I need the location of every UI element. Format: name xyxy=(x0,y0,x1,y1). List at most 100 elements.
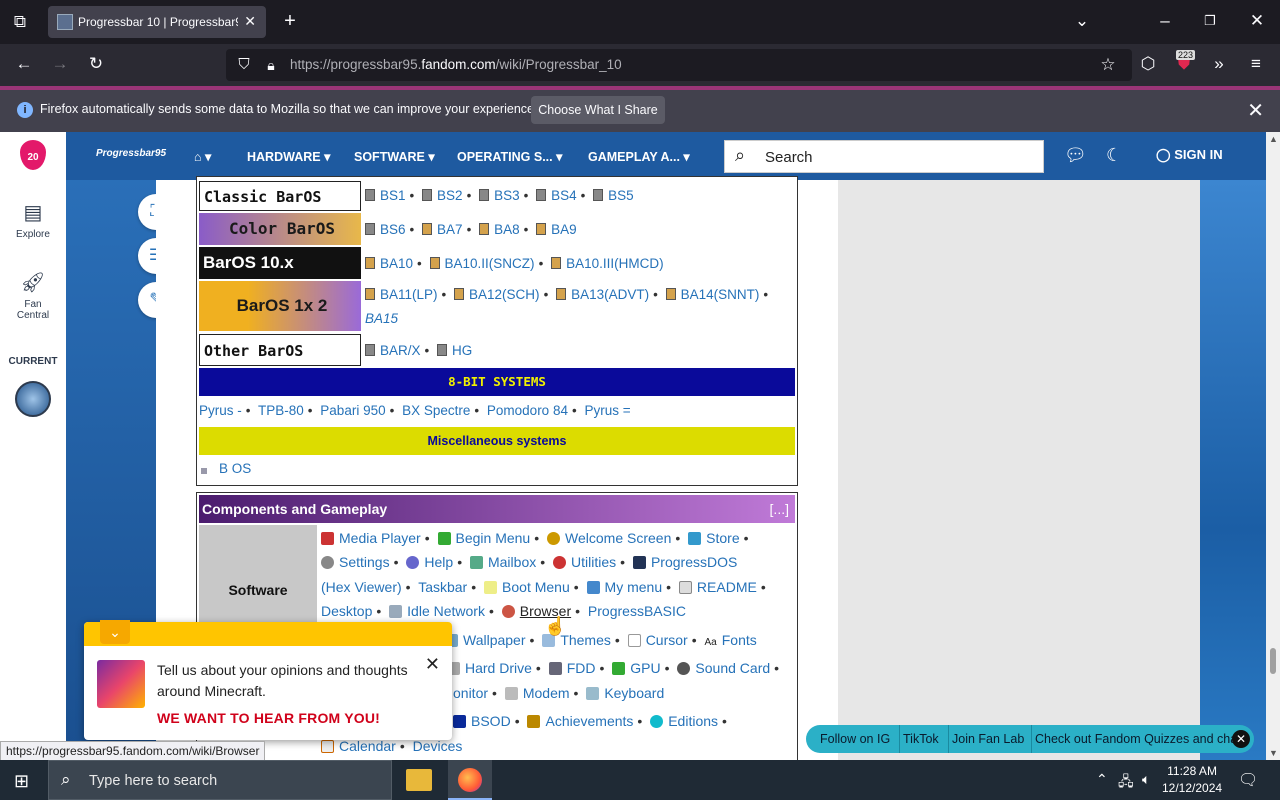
windows-start-icon[interactable]: ⊞ xyxy=(14,771,29,792)
link-boot-menu[interactable]: Boot Menu xyxy=(502,579,570,595)
link-begin-menu[interactable]: Begin Menu xyxy=(456,530,531,546)
address-bar[interactable]: ⛉ 🔒︎ https://progressbar95.fandom.com/wi… xyxy=(226,49,1132,81)
link-bs4[interactable]: BS4 xyxy=(551,188,577,203)
reload-icon[interactable]: ↻ xyxy=(86,55,106,73)
link-devices[interactable]: Devices xyxy=(413,738,463,754)
baros10-logo[interactable]: BarOS 10.x xyxy=(199,247,361,279)
link-keyboard[interactable]: Keyboard xyxy=(604,685,664,701)
link-readme[interactable]: README xyxy=(697,579,757,595)
extensions-icon[interactable]: ⬡ xyxy=(1138,55,1158,73)
volume-icon[interactable]: 🔈︎ xyxy=(1142,771,1150,788)
link-tpb-80[interactable]: TPB-80 xyxy=(258,403,304,418)
link-help[interactable]: Help xyxy=(424,554,453,570)
link-store[interactable]: Store xyxy=(706,530,739,546)
link-progressdos[interactable]: ProgressDOS xyxy=(651,554,737,570)
show-hidden-icons-icon[interactable]: ⌃ xyxy=(1096,771,1108,788)
nav-gameplay[interactable]: GAMEPLAY A... ▾ xyxy=(588,149,690,164)
window-close-icon[interactable]: ✕ xyxy=(1247,12,1267,30)
link-hg[interactable]: HG xyxy=(452,343,472,358)
scroll-up-icon[interactable]: ▲ xyxy=(1269,134,1278,144)
link-pyrus-equals[interactable]: Pyrus = xyxy=(584,403,630,418)
forward-icon[interactable]: → xyxy=(50,55,70,73)
link-fonts[interactable]: Fonts xyxy=(722,632,757,648)
link-media-player[interactable]: Media Player xyxy=(339,530,421,546)
nav-wiki-menu[interactable]: ⌂ ▾ xyxy=(194,149,211,164)
fandom-logo-icon[interactable]: 20 xyxy=(20,140,46,170)
close-notification-icon[interactable]: ✕ xyxy=(1247,98,1264,123)
link-bs6[interactable]: BS6 xyxy=(380,222,406,237)
link-fdd[interactable]: FDD xyxy=(567,660,596,676)
taskbar-clock[interactable]: 11:28 AM 12/12/2024 xyxy=(1162,763,1222,797)
link-themes[interactable]: Themes xyxy=(560,632,611,648)
link-sound-card[interactable]: Sound Card xyxy=(695,660,770,676)
wiki-search-input[interactable]: ⌕ Search xyxy=(724,140,1044,173)
link-calendar[interactable]: Calendar xyxy=(339,738,396,754)
link-ba13[interactable]: BA13(ADVT) xyxy=(571,287,649,302)
scroll-down-icon[interactable]: ▼ xyxy=(1269,748,1278,758)
nav-software[interactable]: SOFTWARE ▾ xyxy=(354,149,435,164)
link-my-menu[interactable]: My menu xyxy=(605,579,663,595)
new-tab-icon[interactable]: + xyxy=(280,11,300,31)
link-taskbar[interactable]: Taskbar xyxy=(418,579,467,595)
shield-icon[interactable]: ⛉ xyxy=(234,56,254,74)
link-editions[interactable]: Editions xyxy=(668,713,718,729)
network-icon[interactable]: 🖧︎ xyxy=(1118,771,1134,795)
link-bar-x[interactable]: BAR/X xyxy=(380,343,421,358)
notifications-icon[interactable]: 🗨︎ xyxy=(1238,770,1258,790)
discussions-icon[interactable]: 💬︎ xyxy=(1064,145,1087,166)
dark-mode-icon[interactable]: ☾ xyxy=(1106,145,1122,166)
link-hard-drive[interactable]: Hard Drive xyxy=(465,660,532,676)
file-explorer-icon[interactable] xyxy=(406,769,432,791)
lock-icon[interactable]: 🔒︎ xyxy=(261,56,281,74)
join-fan-lab-link[interactable]: Join Fan Lab xyxy=(952,732,1024,746)
link-bx-spectre[interactable]: BX Spectre xyxy=(402,403,470,418)
link-bs2[interactable]: BS2 xyxy=(437,188,463,203)
list-all-tabs-icon[interactable]: ⧉ xyxy=(10,13,30,31)
back-icon[interactable]: ← xyxy=(14,55,34,73)
tiktok-link[interactable]: TikTok xyxy=(903,732,939,746)
link-pomodoro-84[interactable]: Pomodoro 84 xyxy=(487,403,568,418)
link-bs1[interactable]: BS1 xyxy=(380,188,406,203)
link-pyrus-minus[interactable]: Pyrus - xyxy=(199,403,242,418)
rail-explore[interactable]: ▤ Explore xyxy=(0,200,66,240)
follow-on-ig-link[interactable]: Follow on IG xyxy=(820,732,890,746)
scrollbar-thumb[interactable] xyxy=(1270,648,1276,674)
link-gpu[interactable]: GPU xyxy=(630,660,660,676)
link-bs5[interactable]: BS5 xyxy=(608,188,634,203)
link-ba14[interactable]: BA14(SNNT) xyxy=(681,287,760,302)
close-follow-bar-icon[interactable]: ✕ xyxy=(1232,730,1250,748)
taskbar-search-input[interactable]: ⌕ Type here to search xyxy=(48,760,392,800)
link-wallpaper[interactable]: Wallpaper xyxy=(463,632,526,648)
rail-fan-central[interactable]: 🚀︎ Fan Central xyxy=(0,270,66,321)
link-ba8[interactable]: BA8 xyxy=(494,222,520,237)
wiki-logo[interactable]: Progressbar95 xyxy=(96,148,166,159)
link-ba12[interactable]: BA12(SCH) xyxy=(469,287,540,302)
nav-operating-systems[interactable]: OPERATING S... ▾ xyxy=(457,149,562,164)
link-progressbasic[interactable]: ProgressBASIC xyxy=(588,603,686,619)
chevron-down-icon[interactable]: ⌄ xyxy=(1072,12,1092,30)
popup-cta-link[interactable]: WE WANT TO HEAR FROM YOU! xyxy=(157,710,380,726)
nav-hardware[interactable]: HARDWARE ▾ xyxy=(247,149,330,164)
link-ba10-iii[interactable]: BA10.III(HMCD) xyxy=(566,256,664,271)
link-desktop[interactable]: Desktop xyxy=(321,603,372,619)
link-ba15[interactable]: BA15 xyxy=(365,311,398,326)
minimize-icon[interactable]: – xyxy=(1155,12,1175,30)
firefox-taskbar-button[interactable] xyxy=(448,760,492,800)
other-baros-logo[interactable]: Other BarOS xyxy=(199,334,361,366)
link-ba10-ii[interactable]: BA10.II(SNCZ) xyxy=(445,256,535,271)
close-tab-icon[interactable]: ✕ xyxy=(244,13,256,30)
close-popup-icon[interactable]: ✕ xyxy=(425,654,440,675)
link-idle-network[interactable]: Idle Network xyxy=(407,603,485,619)
fandom-quizzes-link[interactable]: Check out Fandom Quizzes and cha xyxy=(1035,732,1237,746)
sign-in-button[interactable]: ◯ SIGN IN xyxy=(1156,147,1223,163)
link-cursor[interactable]: Cursor xyxy=(646,632,688,648)
link-modem[interactable]: Modem xyxy=(523,685,570,701)
link-utilities[interactable]: Utilities xyxy=(571,554,616,570)
link-ba10[interactable]: BA10 xyxy=(380,256,413,271)
link-achievements[interactable]: Achievements xyxy=(545,713,633,729)
overflow-menu-icon[interactable]: » xyxy=(1209,55,1229,73)
collapse-chevron-icon[interactable]: ⌄ xyxy=(100,620,130,644)
link-mailbox[interactable]: Mailbox xyxy=(488,554,536,570)
baros1x-logo[interactable]: BarOS 1x 2 xyxy=(199,281,361,331)
link-ba7[interactable]: BA7 xyxy=(437,222,463,237)
